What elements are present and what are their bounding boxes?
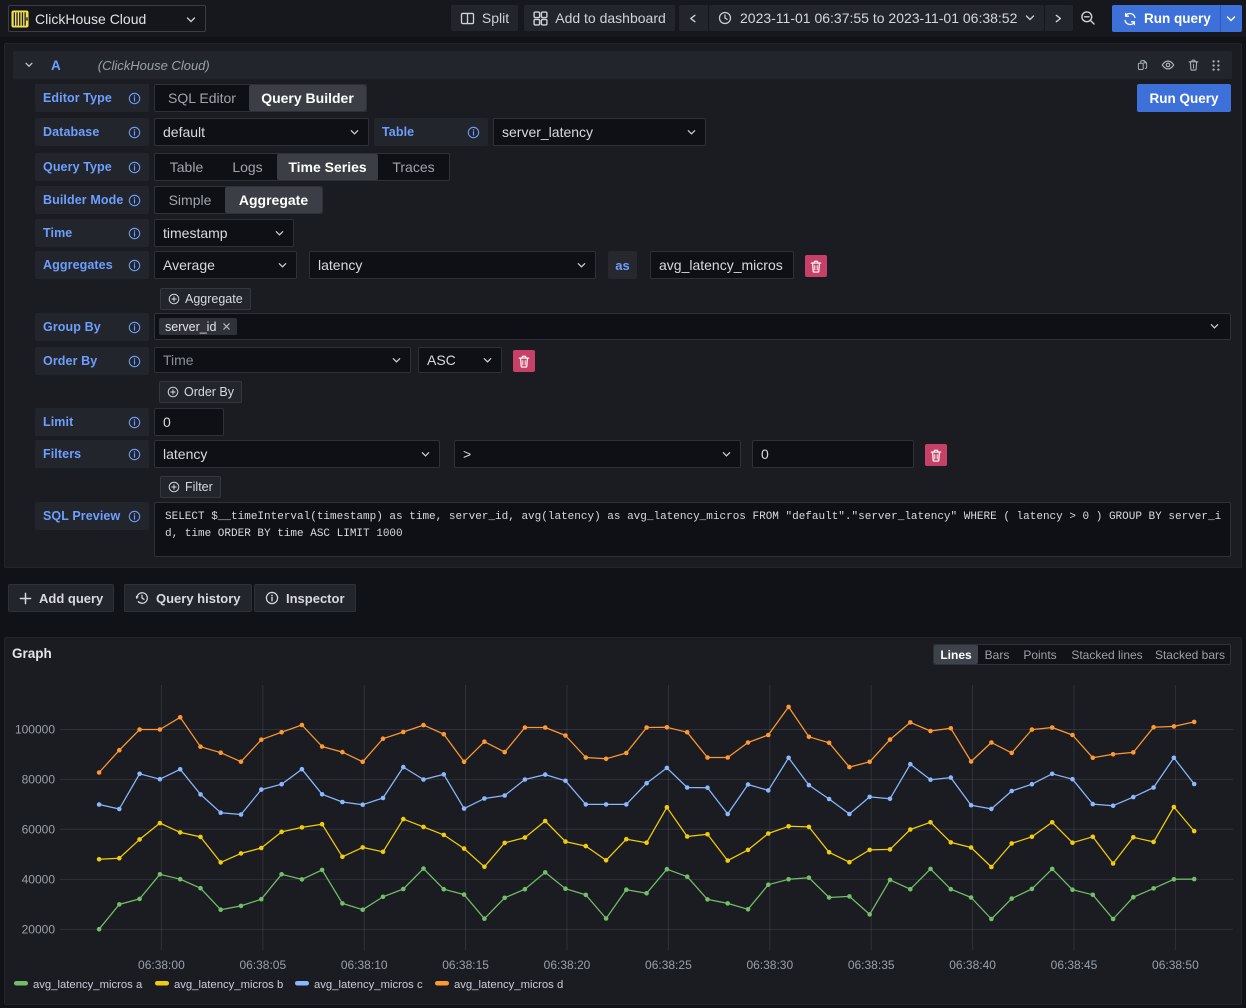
svg-text:06:38:00: 06:38:00 <box>138 958 185 972</box>
svg-text:06:38:20: 06:38:20 <box>544 958 591 972</box>
svg-text:40000: 40000 <box>22 872 56 886</box>
svg-text:20000: 20000 <box>22 922 56 936</box>
svg-text:06:38:05: 06:38:05 <box>239 958 286 972</box>
svg-text:06:38:35: 06:38:35 <box>848 958 895 972</box>
svg-text:06:38:30: 06:38:30 <box>746 958 793 972</box>
svg-text:06:38:10: 06:38:10 <box>341 958 388 972</box>
svg-text:100000: 100000 <box>15 723 55 737</box>
svg-text:80000: 80000 <box>22 772 56 786</box>
svg-text:06:38:45: 06:38:45 <box>1051 958 1098 972</box>
svg-text:06:38:50: 06:38:50 <box>1152 958 1199 972</box>
svg-text:06:38:40: 06:38:40 <box>949 958 996 972</box>
svg-text:60000: 60000 <box>22 822 56 836</box>
svg-text:avg_latency_micros b: avg_latency_micros b <box>174 979 283 991</box>
svg-text:06:38:15: 06:38:15 <box>442 958 489 972</box>
svg-text:avg_latency_micros c: avg_latency_micros c <box>314 979 423 991</box>
svg-text:06:38:25: 06:38:25 <box>645 958 692 972</box>
svg-text:avg_latency_micros d: avg_latency_micros d <box>454 979 563 991</box>
svg-text:avg_latency_micros a: avg_latency_micros a <box>33 979 143 991</box>
